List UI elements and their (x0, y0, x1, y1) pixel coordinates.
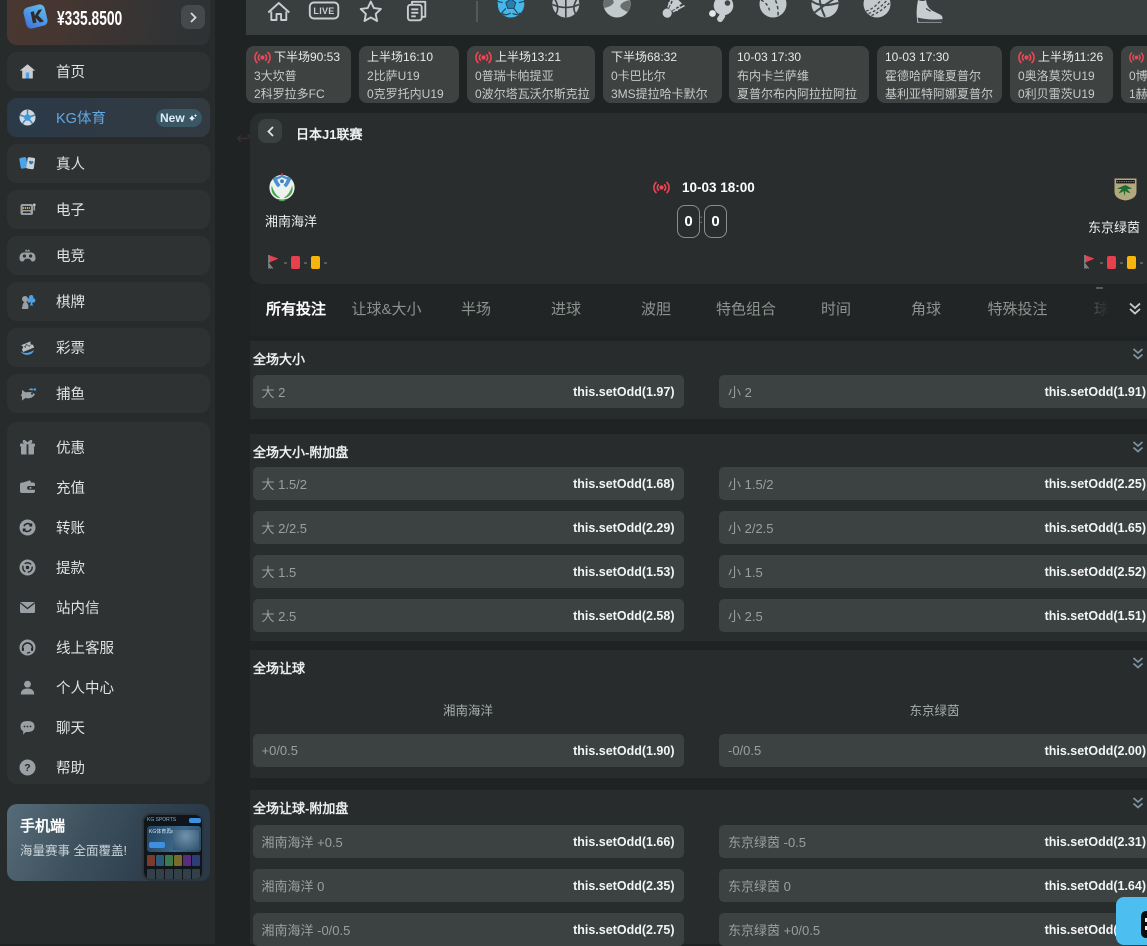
svg-text:LIVE: LIVE (313, 6, 334, 16)
svg-text:?: ? (24, 762, 30, 774)
